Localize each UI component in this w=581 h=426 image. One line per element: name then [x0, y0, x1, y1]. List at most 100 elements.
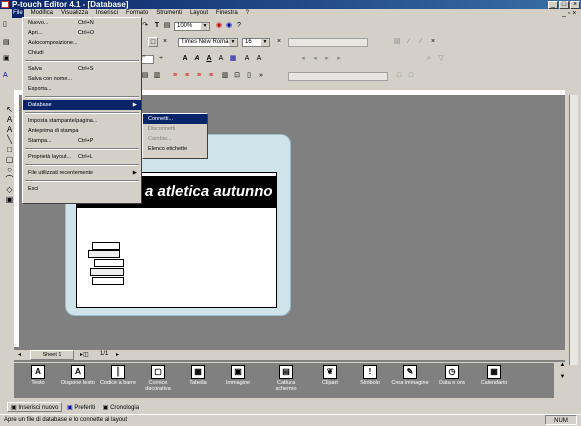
menu-item-salva[interactable]: Salva Ctrl+S: [23, 64, 141, 74]
object-crea-immagine[interactable]: ✎ Crea immagine: [390, 362, 430, 398]
scroll-left-icon[interactable]: ◂: [18, 351, 21, 358]
close-small-icon[interactable]: ×: [274, 37, 284, 47]
zoom-dropdown[interactable]: 100% ▼: [174, 22, 210, 31]
subscript-icon[interactable]: A: [254, 54, 264, 64]
font-dropdown[interactable]: Times New Roman ▼: [178, 38, 238, 47]
align-icon[interactable]: ⁄: [404, 37, 414, 47]
minimize-button[interactable]: _: [548, 1, 558, 9]
text-format-icon[interactable]: A: [3, 72, 8, 79]
object-cattura-schermo[interactable]: ▤ Cattura schermo: [266, 362, 306, 398]
justify-icon[interactable]: ≡: [206, 71, 216, 81]
menu-item-proprieta-layout[interactable]: Proprietà layout... Ctrl+L: [23, 152, 141, 162]
frame-icon[interactable]: ▣: [5, 195, 14, 204]
close-small-icon[interactable]: ×: [428, 37, 438, 47]
filter-icon[interactable]: ▽: [436, 54, 446, 64]
print-icon[interactable]: ◉: [214, 21, 224, 31]
object-simbolo[interactable]: ! Simbolo: [350, 362, 390, 398]
menu-item-esci[interactable]: Esci: [23, 184, 141, 194]
nav-last-icon[interactable]: ▸: [334, 54, 344, 64]
align-text-left-icon[interactable]: ≡: [170, 71, 180, 81]
close-button[interactable]: ×: [570, 1, 580, 9]
pointer-icon[interactable]: ↖: [5, 105, 14, 114]
object-testo[interactable]: A Testo: [18, 362, 58, 398]
object-cornice[interactable]: ▢ Cornice decorativa: [138, 362, 178, 398]
menu-item-stampa[interactable]: Stampa... Ctrl+P: [23, 136, 141, 146]
scroll-right-icon[interactable]: ▸: [116, 351, 119, 358]
outline-icon[interactable]: A: [216, 54, 226, 64]
object-tabella[interactable]: ▦ Tabella: [178, 362, 218, 398]
menu-item-salva-con-nome[interactable]: Salva con nome...: [23, 74, 141, 84]
object-dispone-testo[interactable]: ꓮ Dispone testo: [58, 362, 98, 398]
text-input-area[interactable]: [288, 38, 368, 47]
sheet-tab[interactable]: Sheet 1: [30, 350, 74, 360]
distribute-icon[interactable]: ▥: [220, 71, 230, 81]
help-pointer-icon[interactable]: ?: [234, 21, 244, 31]
italic-icon[interactable]: A: [192, 54, 202, 64]
rectangle-icon[interactable]: □: [5, 145, 14, 154]
rotate-icon[interactable]: ⊡: [232, 71, 242, 81]
nav-next-icon[interactable]: ▸: [322, 54, 332, 64]
submenu-item-elenco-etichette[interactable]: Elenco etichette: [143, 144, 207, 154]
object-codice-a-barre[interactable]: ║ Codice a barre: [98, 362, 138, 398]
menu-item-esporta[interactable]: Esporta...: [23, 84, 141, 94]
object-bar-scroll[interactable]: ▲ ▼: [558, 362, 567, 398]
text-icon[interactable]: A: [5, 115, 14, 124]
add-sheet-icon[interactable]: ▸◫: [80, 351, 89, 358]
menu-item-database[interactable]: Database ▶: [23, 100, 141, 110]
text-tool-icon[interactable]: T: [152, 21, 162, 31]
line-icon[interactable]: ╲: [5, 135, 14, 144]
preview-icon[interactable]: ◉: [224, 21, 234, 31]
vertical-text-icon[interactable]: A: [5, 125, 14, 134]
underline-icon[interactable]: A: [204, 54, 214, 64]
submenu-item-connetti[interactable]: Connetti...: [143, 114, 207, 124]
tab-inserisci-nuovo[interactable]: ▣ Inserisci nuovo: [7, 402, 63, 412]
more-icon[interactable]: »: [256, 71, 266, 81]
nav-first-icon[interactable]: ◂: [298, 54, 308, 64]
object-clipart[interactable]: ❦ Clipart: [310, 362, 350, 398]
vertical-text-icon[interactable]: ▯: [244, 71, 254, 81]
close-small-icon[interactable]: ×: [160, 37, 170, 47]
menu-finestra[interactable]: Finestra: [215, 9, 239, 18]
save-icon[interactable]: ▣: [3, 54, 10, 62]
database-field-box[interactable]: [288, 72, 388, 81]
menu-item-apri[interactable]: Apri... Ctrl+O: [23, 28, 141, 38]
align-text-center-icon[interactable]: ≡: [182, 71, 192, 81]
submenu-item-cambia[interactable]: Cambia...: [143, 134, 207, 144]
object-data-ora[interactable]: ◷ Data e ora: [432, 362, 472, 398]
frame-text-icon[interactable]: ▦: [228, 54, 238, 64]
box-icon[interactable]: □: [394, 71, 404, 81]
menu-item-file-recenti[interactable]: File utilizzati recentemente ▶: [23, 168, 141, 178]
menu-help[interactable]: ?: [245, 9, 250, 18]
menu-item-chiudi[interactable]: Chiudi: [23, 48, 141, 58]
vertical-scrollbar[interactable]: [569, 95, 578, 365]
rounded-rect-icon[interactable]: ▢: [5, 155, 14, 164]
superscript-icon[interactable]: A: [242, 54, 252, 64]
search-icon[interactable]: ⌕: [424, 54, 434, 64]
polygon-icon[interactable]: ◇: [5, 185, 14, 194]
child-window-controls[interactable]: _ ▫ ×: [562, 9, 576, 18]
tab-cronologia[interactable]: ▣ Cronologia: [100, 403, 142, 413]
open-icon[interactable]: ▤: [3, 38, 10, 46]
object-immagine[interactable]: ▣ Immagine: [218, 362, 258, 398]
tab-preferiti[interactable]: ▣ Preferiti: [64, 403, 98, 413]
align-icon[interactable]: ▤: [392, 37, 402, 47]
box-icon[interactable]: □: [406, 71, 416, 81]
object-calendario[interactable]: ▦ Calendario: [474, 362, 514, 398]
menu-layout[interactable]: Layout: [189, 9, 209, 18]
app-icon[interactable]: [1, 1, 9, 8]
nav-prev-icon[interactable]: ◂: [310, 54, 320, 64]
ellipse-icon[interactable]: ○: [5, 165, 14, 174]
books-clipart[interactable]: [88, 240, 138, 288]
menu-item-anteprima[interactable]: Anteprima di stampa: [23, 126, 141, 136]
menu-item-imposta-stampante[interactable]: Imposta stampante/pagina...: [23, 116, 141, 126]
align-right-icon[interactable]: ▥: [152, 71, 162, 81]
menu-item-nuovo[interactable]: Nuovo... Ctrl+N: [23, 18, 141, 28]
align-icon[interactable]: ⁄: [416, 37, 426, 47]
menu-strumenti[interactable]: Strumenti: [155, 9, 183, 18]
menu-item-autocomposizione[interactable]: Autocomposizione...: [23, 38, 141, 48]
maximize-button[interactable]: □: [559, 1, 569, 9]
frame-icon[interactable]: □: [148, 37, 158, 47]
arc-icon[interactable]: ⌒: [5, 175, 14, 184]
bold-icon[interactable]: A: [180, 54, 190, 64]
grid-icon[interactable]: ▤: [162, 21, 172, 31]
